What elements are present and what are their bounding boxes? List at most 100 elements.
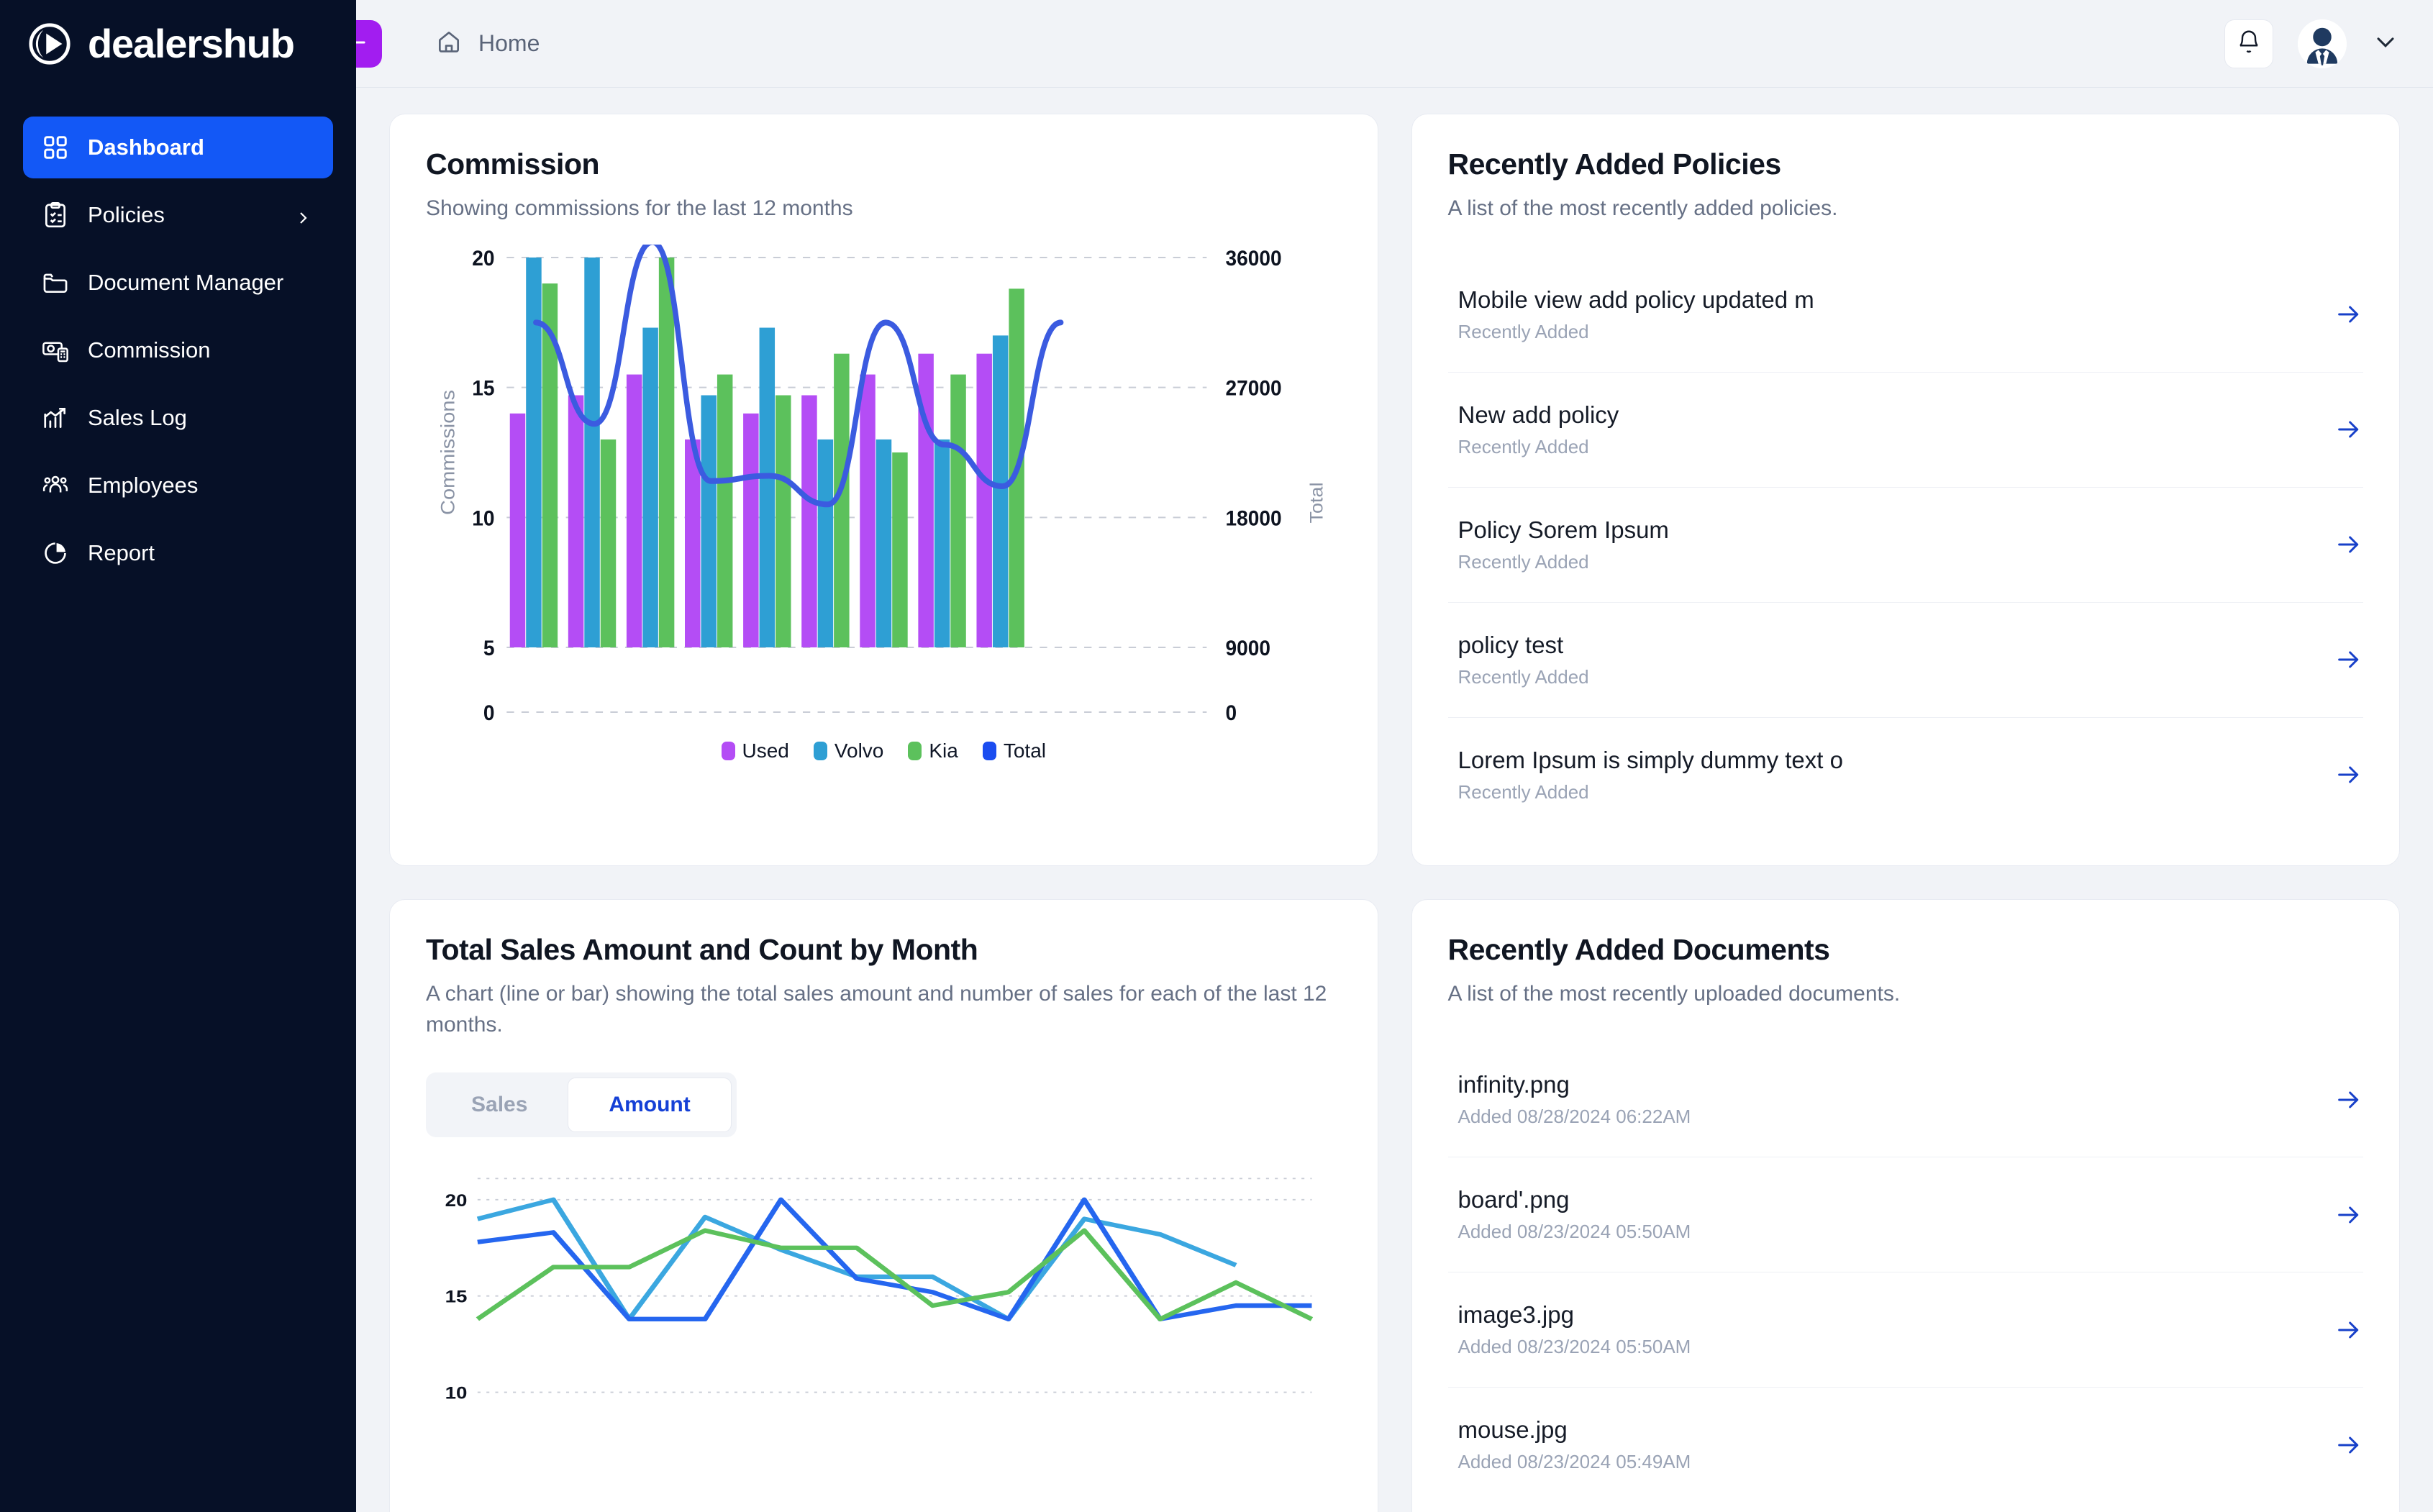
legend-swatch: [982, 741, 996, 760]
sidebar-item-employees[interactable]: Employees: [23, 455, 333, 516]
svg-text:20: 20: [445, 1190, 468, 1210]
legend-swatch: [908, 741, 922, 760]
svg-text:15: 15: [472, 376, 494, 400]
clipboard-check-icon: [42, 201, 69, 229]
svg-text:36000: 36000: [1226, 247, 1282, 270]
sidebar-item-label: Report: [88, 540, 155, 565]
recently-added-documents-card: Recently Added Documents A list of the m…: [1411, 898, 2400, 1512]
svg-text:0: 0: [1226, 701, 1237, 725]
app-root: dealershub Dashboard Policies Document M…: [0, 0, 2433, 1512]
list-item[interactable]: Mobile view add policy updated m Recentl…: [1447, 258, 2363, 373]
svg-text:20: 20: [472, 247, 494, 270]
policies-subtitle: A list of the most recently added polici…: [1447, 196, 1838, 220]
commission-chart-legend: Used Volvo Kia Total: [426, 739, 1342, 762]
arrow-left-icon: [356, 29, 370, 60]
arrow-right-icon[interactable]: [2334, 530, 2363, 559]
legend-label: Total: [1003, 739, 1046, 762]
svg-text:15: 15: [445, 1286, 468, 1306]
total-sales-chart-svg: 10 15 20: [445, 1177, 1314, 1403]
pie-chart-icon: [42, 539, 69, 567]
svg-text:10: 10: [445, 1383, 468, 1403]
svg-text:10: 10: [472, 506, 494, 530]
svg-text:27000: 27000: [1226, 376, 1282, 400]
legend-item[interactable]: Kia: [908, 739, 958, 762]
recently-added-policies-card: Recently Added Policies A list of the mo…: [1411, 114, 2400, 866]
bell-icon: [2236, 29, 2262, 58]
list-item[interactable]: policy test Recently Added: [1447, 603, 2363, 718]
folder-icon: [42, 269, 69, 296]
policy-title: Lorem Ipsum is simply dummy text o: [1457, 746, 1843, 773]
commission-card: Commission Showing commissions for the l…: [389, 114, 1378, 866]
document-added-date: Added 08/23/2024 05:50AM: [1457, 1221, 1691, 1242]
commission-subtitle: Showing commissions for the last 12 mont…: [426, 196, 853, 220]
users-icon: [42, 472, 69, 499]
sidebar: dealershub Dashboard Policies Document M…: [0, 0, 356, 1512]
legend-item[interactable]: Total: [982, 739, 1046, 762]
sidebar-item-report[interactable]: Report: [23, 522, 333, 584]
list-item[interactable]: New add policy Recently Added: [1447, 373, 2363, 488]
policy-title: New add policy: [1457, 401, 1619, 428]
legend-label: Kia: [929, 739, 958, 762]
sidebar-collapse-button[interactable]: [356, 20, 382, 68]
arrow-right-icon[interactable]: [2334, 1085, 2363, 1114]
list-item[interactable]: infinity.png Added 08/28/2024 06:22AM: [1447, 1042, 2363, 1157]
list-item[interactable]: image3.jpg Added 08/23/2024 05:50AM: [1447, 1272, 2363, 1388]
arrow-right-icon[interactable]: [2334, 1431, 2363, 1459]
brand-name: dealershub: [88, 21, 295, 66]
topbar-actions: [2224, 19, 2400, 68]
tab-sales[interactable]: Sales: [431, 1078, 568, 1132]
sidebar-item-commission[interactable]: Commission: [23, 319, 333, 381]
policy-title: Mobile view add policy updated m: [1457, 286, 1814, 313]
svg-text:5: 5: [483, 637, 495, 660]
commission-chart-svg: 20 15 10 5 0 36000 27000 18000 9000 0 Commissions T…: [437, 244, 1327, 725]
breadcrumb[interactable]: Home: [435, 28, 540, 59]
total-sales-card: Total Sales Amount and Count by Month A …: [389, 898, 1378, 1512]
sidebar-item-policies[interactable]: Policies: [23, 184, 333, 246]
home-icon: [435, 28, 463, 59]
legend-swatch: [721, 741, 735, 760]
dashboard-grid: Commission Showing commissions for the l…: [356, 88, 2433, 1512]
sidebar-item-sales-log[interactable]: Sales Log: [23, 387, 333, 449]
chart-trend-icon: [42, 404, 69, 432]
grid-icon: [42, 134, 69, 161]
brand[interactable]: dealershub: [0, 0, 356, 88]
chevron-right-icon[interactable]: [294, 206, 311, 224]
topbar: Home: [356, 0, 2433, 88]
breadcrumb-label: Home: [478, 30, 540, 56]
list-item[interactable]: Policy Sorem Ipsum Recently Added: [1447, 488, 2363, 603]
arrow-right-icon[interactable]: [2334, 760, 2363, 789]
svg-text:Total: Total: [1306, 482, 1327, 523]
svg-text:18000: 18000: [1226, 506, 1282, 530]
arrow-right-icon[interactable]: [2334, 1201, 2363, 1229]
arrow-right-icon[interactable]: [2334, 415, 2363, 444]
notifications-button[interactable]: [2224, 19, 2273, 68]
sidebar-item-dashboard[interactable]: Dashboard: [23, 117, 333, 178]
policy-title: Policy Sorem Ipsum: [1457, 516, 1669, 543]
sidebar-item-document-manager[interactable]: Document Manager: [23, 252, 333, 314]
list-item[interactable]: Lorem Ipsum is simply dummy text o Recen…: [1448, 718, 2364, 832]
legend-item[interactable]: Used: [721, 739, 789, 762]
legend-label: Used: [742, 739, 789, 762]
policies-list: Mobile view add policy updated m Recentl…: [1447, 258, 2364, 832]
sidebar-item-label: Policies: [88, 202, 165, 227]
policy-status: Recently Added: [1457, 435, 1589, 457]
arrow-right-icon[interactable]: [2334, 1316, 2363, 1344]
avatar[interactable]: [2298, 19, 2347, 68]
svg-text:9000: 9000: [1226, 637, 1270, 660]
documents-subtitle: A list of the most recently uploaded doc…: [1447, 981, 1901, 1006]
policy-status: Recently Added: [1457, 665, 1589, 688]
account-menu-chevron-down-icon[interactable]: [2371, 27, 2400, 60]
list-item[interactable]: mouse.jpg Added 08/23/2024 05:49AM: [1448, 1388, 2364, 1502]
policies-title: Recently Added Policies: [1447, 147, 1782, 181]
list-item[interactable]: board'.png Added 08/23/2024 05:50AM: [1447, 1157, 2363, 1272]
sidebar-item-label: Sales Log: [88, 405, 187, 430]
sidebar-item-label: Dashboard: [88, 135, 204, 160]
document-name: board'.png: [1457, 1186, 1570, 1213]
document-name: image3.jpg: [1457, 1301, 1574, 1328]
arrow-right-icon[interactable]: [2334, 300, 2363, 329]
legend-item[interactable]: Volvo: [813, 739, 883, 762]
arrow-right-icon[interactable]: [2334, 645, 2363, 674]
tab-amount[interactable]: Amount: [568, 1077, 732, 1132]
document-name: mouse.jpg: [1457, 1416, 1568, 1443]
money-calculator-icon: [42, 337, 69, 364]
